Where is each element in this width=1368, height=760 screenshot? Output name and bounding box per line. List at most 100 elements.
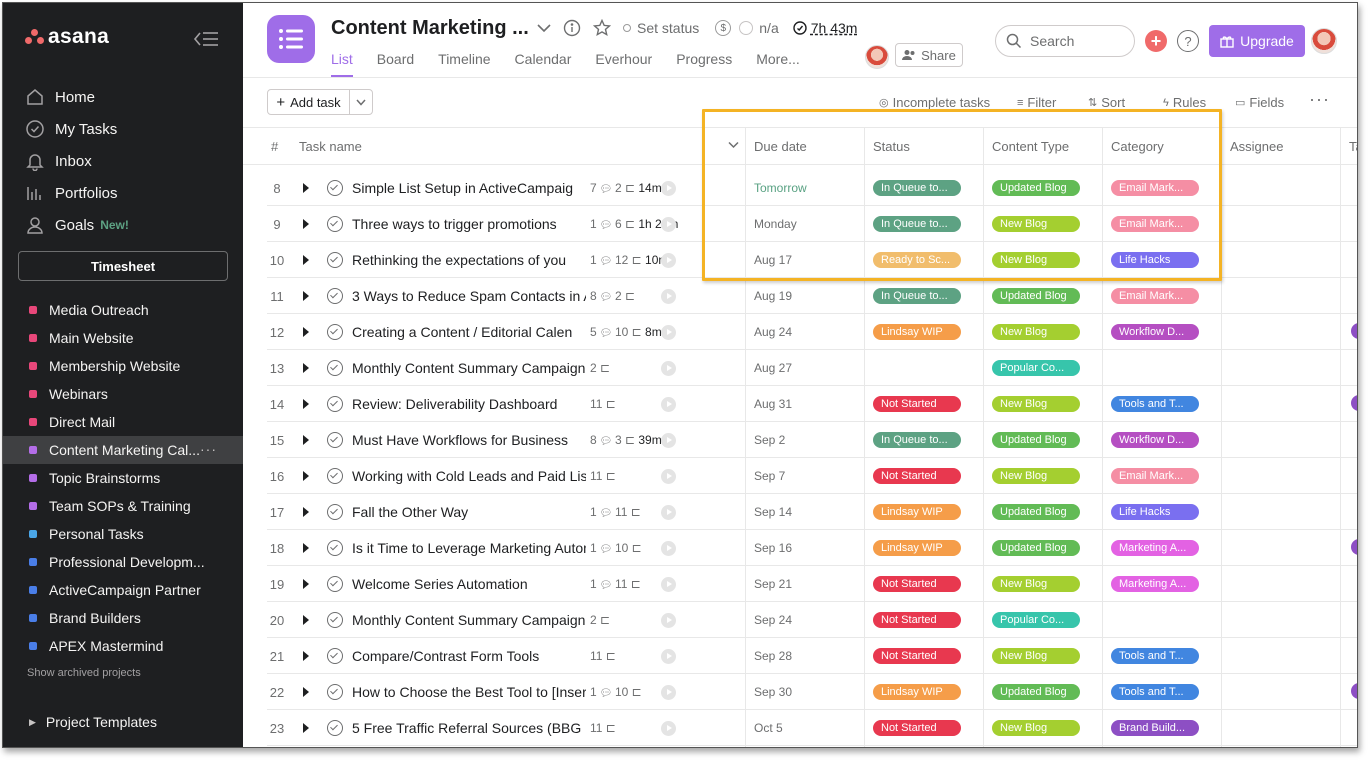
rules-button[interactable]: ϟ Rules <box>1163 95 1206 110</box>
info-icon[interactable] <box>563 19 581 37</box>
start-timer-icon[interactable] <box>661 289 676 304</box>
table-row[interactable]: 22 How to Choose the Best Tool to [Insert… <box>267 674 1357 710</box>
table-row[interactable]: 16 Working with Cold Leads and Paid Lists… <box>267 458 1357 494</box>
add-task-button[interactable]: + Add task <box>268 90 350 114</box>
column-assignee[interactable]: Assignee <box>1230 139 1283 154</box>
content-type-badge[interactable]: New Blog <box>992 576 1080 592</box>
due-date[interactable]: Sep 21 <box>754 577 792 591</box>
due-date[interactable]: Sep 16 <box>754 541 792 555</box>
complete-task-checkbox[interactable] <box>327 648 343 664</box>
category-badge[interactable]: Marketing A... <box>1111 540 1199 556</box>
status-badge[interactable]: Not Started <box>873 720 961 736</box>
incomplete-tasks-filter[interactable]: ◎ Incomplete tasks <box>879 95 990 110</box>
search-input[interactable]: Search <box>995 25 1135 57</box>
set-status-button[interactable]: Set status <box>623 20 699 36</box>
asana-logo[interactable]: asana <box>25 25 109 49</box>
upgrade-button[interactable]: Upgrade <box>1209 25 1305 57</box>
column-task-name[interactable]: Task name <box>299 139 362 154</box>
sidebar-project-item[interactable]: Media Outreach <box>3 296 243 324</box>
complete-task-checkbox[interactable] <box>327 576 343 592</box>
table-row[interactable]: 19 Welcome Series Automation 1 💬︎ 11 ⊏ Sep… <box>267 566 1357 602</box>
start-timer-icon[interactable] <box>661 433 676 448</box>
due-date[interactable]: Sep 7 <box>754 469 785 483</box>
complete-task-checkbox[interactable] <box>327 684 343 700</box>
start-timer-icon[interactable] <box>661 577 676 592</box>
tab-timeline[interactable]: Timeline <box>438 51 490 75</box>
complete-task-checkbox[interactable] <box>327 720 343 736</box>
sidebar-item-inbox[interactable]: Inbox <box>25 145 129 177</box>
status-badge[interactable]: Not Started <box>873 612 961 628</box>
sidebar-project-item[interactable]: APEX Mastermind <box>3 632 243 660</box>
filter-button[interactable]: ≡ Filter <box>1017 95 1056 110</box>
table-row[interactable]: 12 Creating a Content / Editorial Calen 5 … <box>267 314 1357 350</box>
add-task-dropdown[interactable] <box>350 90 372 114</box>
tab-list[interactable]: List <box>331 51 353 77</box>
table-row[interactable]: 18 Is it Time to Leverage Marketing Auton… <box>267 530 1357 566</box>
project-templates[interactable]: ▶ Project Templates <box>29 714 157 730</box>
complete-task-checkbox[interactable] <box>327 324 343 340</box>
task-name[interactable]: 3 Ways to Reduce Spam Contacts in Ac <box>352 288 586 304</box>
chevron-down-icon[interactable] <box>537 23 551 33</box>
expand-subtasks-icon[interactable] <box>303 651 309 661</box>
due-date[interactable]: Aug 27 <box>754 361 792 375</box>
task-name[interactable]: Must Have Workflows for Business <box>352 432 586 448</box>
status-badge[interactable]: Not Started <box>873 396 961 412</box>
start-timer-icon[interactable] <box>661 397 676 412</box>
expand-subtasks-icon[interactable] <box>303 435 309 445</box>
column-extra[interactable]: Ta <box>1349 139 1357 154</box>
start-timer-icon[interactable] <box>661 217 676 232</box>
due-date[interactable]: Sep 2 <box>754 433 785 447</box>
content-type-badge[interactable]: New Blog <box>992 324 1080 340</box>
task-name[interactable]: Is it Time to Leverage Marketing Auton <box>352 540 586 556</box>
content-type-badge[interactable]: Updated Blog <box>992 684 1080 700</box>
due-date[interactable]: Aug 31 <box>754 397 792 411</box>
content-type-badge[interactable]: Popular Co... <box>992 612 1080 628</box>
table-row[interactable]: 21 Compare/Contrast Form Tools 11 ⊏ Sep 28… <box>267 638 1357 674</box>
category-badge[interactable]: Marketing A... <box>1111 576 1199 592</box>
sort-button[interactable]: ⇅ Sort <box>1088 95 1125 110</box>
content-type-badge[interactable]: Popular Co... <box>992 360 1080 376</box>
help-button[interactable]: ? <box>1177 30 1199 52</box>
project-title[interactable]: Content Marketing ... <box>331 17 529 40</box>
complete-task-checkbox[interactable] <box>327 504 343 520</box>
category-badge[interactable]: Email Mark... <box>1111 468 1199 484</box>
task-name[interactable]: How to Choose the Best Tool to [Insert <box>352 684 586 700</box>
due-date[interactable]: Sep 14 <box>754 505 792 519</box>
expand-subtasks-icon[interactable] <box>303 255 309 265</box>
time-tracked[interactable]: 7h 43m <box>811 20 858 36</box>
tab-calendar[interactable]: Calendar <box>515 51 572 75</box>
complete-task-checkbox[interactable] <box>327 288 343 304</box>
task-name[interactable]: Rethinking the expectations of you <box>352 252 586 268</box>
complete-task-checkbox[interactable] <box>327 216 343 232</box>
sidebar-project-item[interactable]: Brand Builders <box>3 604 243 632</box>
task-name[interactable]: Creating a Content / Editorial Calen <box>352 324 586 340</box>
expand-subtasks-icon[interactable] <box>303 291 309 301</box>
start-timer-icon[interactable] <box>661 361 676 376</box>
start-timer-icon[interactable] <box>661 721 676 736</box>
start-timer-icon[interactable] <box>661 253 676 268</box>
sidebar-project-item[interactable]: Content Marketing Cal... ··· <box>3 436 243 464</box>
complete-task-checkbox[interactable] <box>327 540 343 556</box>
expand-subtasks-icon[interactable] <box>303 219 309 229</box>
start-timer-icon[interactable] <box>661 649 676 664</box>
task-name[interactable]: 5 Free Traffic Referral Sources (BBG Rel… <box>352 720 586 736</box>
sidebar-item-home[interactable]: Home <box>25 81 129 113</box>
content-type-badge[interactable]: Updated Blog <box>992 288 1080 304</box>
complete-task-checkbox[interactable] <box>327 432 343 448</box>
status-badge[interactable]: In Queue to... <box>873 432 961 448</box>
complete-task-checkbox[interactable] <box>327 252 343 268</box>
expand-subtasks-icon[interactable] <box>303 543 309 553</box>
tab-board[interactable]: Board <box>377 51 414 75</box>
sidebar-item-portfolios[interactable]: Portfolios <box>25 177 129 209</box>
table-row[interactable]: 15 Must Have Workflows for Business 8 💬︎ 3… <box>267 422 1357 458</box>
status-badge[interactable]: In Queue to... <box>873 288 961 304</box>
start-timer-icon[interactable] <box>661 613 676 628</box>
expand-subtasks-icon[interactable] <box>303 507 309 517</box>
content-type-badge[interactable]: New Blog <box>992 720 1080 736</box>
share-button[interactable]: Share <box>895 43 963 67</box>
task-name[interactable]: Welcome Series Automation <box>352 576 586 592</box>
content-type-badge[interactable]: Updated Blog <box>992 540 1080 556</box>
quick-add-button[interactable]: + <box>1145 30 1167 52</box>
status-badge[interactable]: Lindsay WIP <box>873 540 961 556</box>
start-timer-icon[interactable] <box>661 469 676 484</box>
